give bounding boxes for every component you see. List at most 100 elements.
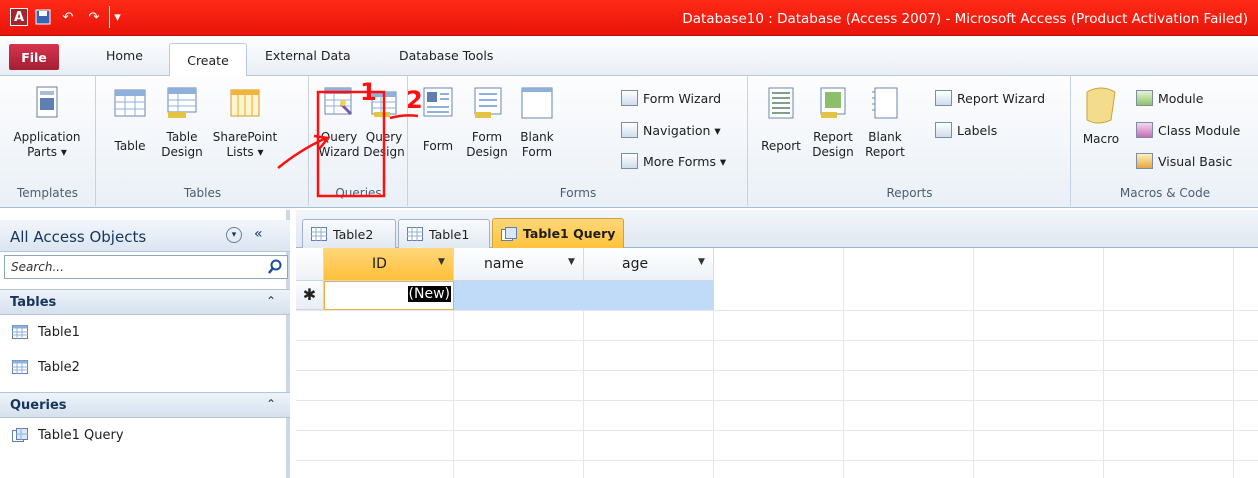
- tab-file[interactable]: File: [9, 44, 59, 70]
- shutter-bar-close-icon[interactable]: «: [254, 226, 263, 242]
- module-button[interactable]: Module: [1136, 90, 1203, 106]
- table-icon: [311, 227, 327, 241]
- section-queries[interactable]: Queries ⌃: [0, 392, 290, 418]
- query-icon: [501, 226, 517, 241]
- table-icon: [12, 360, 28, 374]
- macro-button[interactable]: Macro: [1076, 84, 1126, 147]
- column-header-name[interactable]: name ▼: [454, 248, 584, 281]
- ribbon: Application Parts ▾ Templates Table Tabl…: [0, 76, 1258, 208]
- group-forms: Form Form Design Blank Form Form Wizard …: [409, 76, 748, 206]
- column-header-age[interactable]: age ▼: [584, 248, 714, 281]
- table-icon: [12, 325, 28, 339]
- group-label-templates: Templates: [16, 186, 78, 200]
- blank-report-button[interactable]: Blank Report: [861, 84, 909, 160]
- report-button[interactable]: Report: [759, 84, 803, 154]
- tab-table1-query[interactable]: Table1 Query: [492, 218, 624, 248]
- nav-pane-title: All Access Objects: [10, 228, 147, 246]
- column-header-id[interactable]: ID ▼: [324, 248, 454, 281]
- new-record-cell-id[interactable]: (New): [324, 281, 454, 310]
- section-tables[interactable]: Tables ⌃: [0, 289, 290, 315]
- group-macros-code: Macro Module Class Module Visual Basic M…: [1072, 76, 1258, 206]
- class-module-icon: [1136, 122, 1153, 138]
- annotation-mark-2: 2: [406, 86, 423, 114]
- collapse-icon[interactable]: ⌃: [266, 294, 276, 308]
- search-input[interactable]: Search...: [4, 255, 288, 279]
- table-icon: [114, 89, 146, 117]
- visual-basic-button[interactable]: Visual Basic: [1136, 153, 1232, 169]
- save-icon[interactable]: [33, 6, 53, 28]
- chevron-down-icon[interactable]: ▼: [698, 257, 705, 267]
- search-placeholder: Search...: [11, 260, 64, 274]
- select-all-corner[interactable]: [296, 248, 324, 281]
- table-button[interactable]: Table: [109, 84, 151, 154]
- tab-table1[interactable]: Table1: [398, 219, 490, 248]
- navigation-button[interactable]: Navigation ▾: [621, 122, 721, 138]
- blank-report-icon: [872, 87, 898, 119]
- class-module-button[interactable]: Class Module: [1136, 122, 1240, 138]
- macro-icon: [1086, 87, 1116, 124]
- group-templates: Application Parts ▾ Templates: [0, 76, 96, 206]
- query-icon: [12, 428, 28, 442]
- annotation-box: [316, 90, 386, 198]
- grid-column-line: [1104, 248, 1234, 478]
- collapse-icon[interactable]: ⌃: [266, 397, 276, 411]
- nav-item-table2[interactable]: Table2: [0, 353, 290, 383]
- chevron-down-icon[interactable]: ▼: [568, 257, 575, 267]
- form-wizard-icon: [621, 90, 638, 106]
- module-icon: [1136, 90, 1153, 106]
- tab-create[interactable]: Create: [169, 43, 247, 77]
- sharepoint-lists-icon: [230, 89, 260, 117]
- new-value: (New): [407, 286, 451, 302]
- access-app-icon[interactable]: A: [10, 8, 28, 26]
- report-wizard-icon: [935, 90, 952, 106]
- annotation-underline: [389, 114, 419, 120]
- report-wizard-button[interactable]: Report Wizard: [935, 90, 1045, 106]
- grid-column-line: [844, 248, 974, 478]
- search-icon[interactable]: [267, 259, 283, 275]
- chevron-down-icon[interactable]: ▼: [438, 257, 445, 267]
- grid-column-line: [974, 248, 1104, 478]
- annotation-overlay: 1 2: [277, 78, 423, 198]
- tab-home[interactable]: Home: [106, 48, 143, 63]
- more-forms-button[interactable]: More Forms ▾: [621, 153, 726, 169]
- window-title: Database10 : Database (Access 2007) - Mi…: [682, 11, 1248, 27]
- blank-form-icon: [521, 87, 553, 119]
- form-wizard-button[interactable]: Form Wizard: [621, 90, 721, 106]
- report-design-button[interactable]: Report Design: [807, 84, 859, 160]
- nav-item-table1[interactable]: Table1: [0, 318, 290, 348]
- more-forms-icon: [621, 153, 638, 169]
- labels-icon: [935, 122, 952, 138]
- table-design-icon: [167, 87, 197, 118]
- report-design-icon: [820, 87, 846, 118]
- new-record-cell-age[interactable]: [584, 281, 714, 310]
- form-design-icon: [474, 87, 502, 118]
- redo-icon[interactable]: ↷: [83, 6, 105, 28]
- blank-form-button[interactable]: Blank Form: [513, 84, 561, 160]
- title-bar: A ↶ ↷ ▾ Database10 : Database (Access 20…: [0, 0, 1258, 36]
- customize-icon[interactable]: ▾: [109, 6, 125, 28]
- nav-menu-dropdown-icon[interactable]: ▾: [226, 227, 242, 243]
- new-record-cell-name[interactable]: [454, 281, 584, 310]
- tab-table2[interactable]: Table2: [302, 219, 396, 248]
- application-parts-button[interactable]: Application Parts ▾: [4, 84, 90, 160]
- navigation-icon: [621, 122, 638, 138]
- grid-column-line: [714, 248, 844, 478]
- form-design-button[interactable]: Form Design: [463, 84, 511, 160]
- datasheet: ID ▼ name ▼ age ▼ ✱ (New): [296, 248, 1258, 478]
- nav-pane-header[interactable]: All Access Objects ▾ «: [0, 220, 290, 252]
- report-icon: [768, 87, 794, 119]
- group-reports: Report Report Design Blank Report Report…: [749, 76, 1071, 206]
- visual-basic-icon: [1136, 153, 1153, 169]
- labels-button[interactable]: Labels: [935, 122, 997, 138]
- nav-item-table1-query[interactable]: Table1 Query: [0, 421, 290, 451]
- group-label-macros-code: Macros & Code: [1119, 186, 1211, 200]
- ribbon-tab-row: File Home Create External Data Database …: [0, 36, 1258, 77]
- group-label-forms: Forms: [559, 186, 597, 200]
- new-row-selector[interactable]: ✱: [296, 281, 324, 310]
- undo-icon[interactable]: ↶: [57, 6, 79, 28]
- table-design-button[interactable]: Table Design: [157, 84, 207, 160]
- navigation-pane: All Access Objects ▾ « Search... Tables …: [0, 210, 290, 478]
- document-tabs: Table2 Table1 Table1 Query: [296, 210, 1258, 248]
- annotation-mark-1: 1: [360, 78, 377, 106]
- group-label-reports: Reports: [886, 186, 933, 200]
